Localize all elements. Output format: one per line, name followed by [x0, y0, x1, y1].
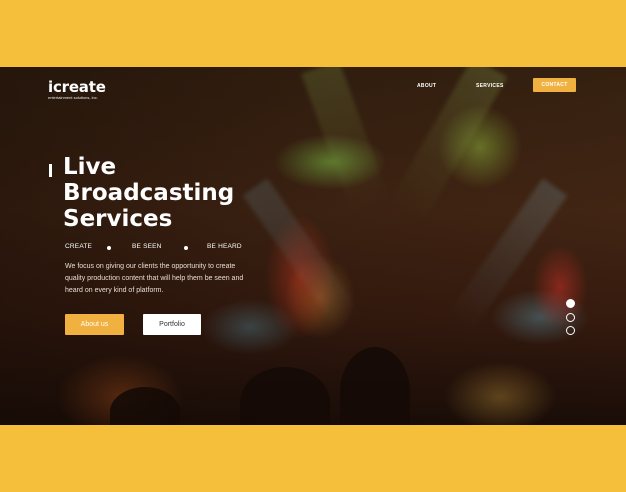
bullet-dot-icon	[184, 246, 188, 250]
portfolio-button[interactable]: Portfolio	[143, 314, 201, 335]
brand-tagline: entertainment solutions, inc.	[48, 95, 98, 100]
hero-tags: CREATE BE SEEN BE HEARD	[0, 243, 626, 253]
about-us-button[interactable]: About us	[65, 314, 124, 335]
brand-name: icreate	[48, 78, 106, 96]
tag-be-heard: BE HEARD	[207, 243, 242, 250]
tag-be-seen: BE SEEN	[132, 243, 162, 250]
hero-title-line: Services	[63, 206, 173, 232]
bullet-dot-icon	[107, 246, 111, 250]
hero-title-line: Live	[63, 154, 117, 180]
nav-services-link[interactable]: SERVICES	[476, 83, 504, 89]
hero-title-line: Broadcasting	[63, 180, 235, 206]
hero-title: Live Broadcasting Services	[63, 154, 234, 232]
tag-create: CREATE	[65, 243, 93, 250]
nav-about-link[interactable]: ABOUT	[417, 83, 436, 89]
slider-dot-3[interactable]	[566, 326, 575, 335]
hero-description: We focus on giving our clients the oppor…	[65, 263, 244, 294]
slider-dot-1[interactable]	[566, 299, 575, 308]
title-accent-bar	[49, 164, 52, 177]
brand-logo[interactable]: icreate entertainment solutions, inc.	[48, 79, 106, 100]
hero-section: icreate entertainment solutions, inc. AB…	[0, 67, 626, 425]
contact-button[interactable]: CONTACT	[533, 78, 576, 92]
slider-dot-2[interactable]	[566, 313, 575, 322]
